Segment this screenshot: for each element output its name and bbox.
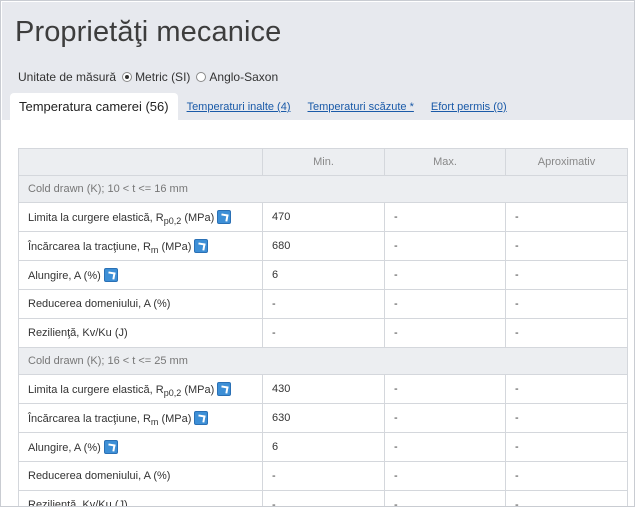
property-name: Rezilienţă, Kv/Ku (J) — [28, 499, 128, 507]
table-group-row: Cold drawn (K); 10 < t <= 16 mm — [18, 175, 628, 203]
value-max: - — [384, 432, 506, 462]
value-approx: - — [505, 231, 628, 261]
property-name: Încărcarea la tracţiune, R — [28, 241, 151, 253]
property-subscript: p0,2 — [163, 216, 182, 226]
value-min: 470 — [262, 202, 385, 232]
info-arrow-icon[interactable] — [194, 239, 209, 253]
unit-selector: Unitate de măsură Metric (SI) Anglo-Saxo… — [18, 70, 278, 84]
property-unit: (MPa) — [181, 212, 215, 224]
column-header-min: Min. — [262, 148, 385, 176]
radio-anglo-saxon[interactable] — [196, 72, 207, 82]
page-header: Proprietăţi mecanice Unitate de măsură M… — [2, 2, 634, 121]
value-approx: - — [505, 461, 628, 491]
value-max: - — [384, 231, 506, 261]
value-approx: - — [505, 374, 628, 404]
table-row: Reducerea domeniului, A (%) - - - — [18, 289, 628, 319]
radio-metric[interactable] — [122, 72, 133, 82]
property-name: Alungire, A (%) — [28, 270, 101, 282]
property-unit: (MPa) — [158, 413, 192, 425]
property-name-cell: Reducerea domeniului, A (%) — [18, 461, 263, 491]
table-row: Limita la curgere elastică, Rp0,2 (MPa) 4… — [18, 374, 628, 404]
table-group-row: Cold drawn (K); 16 < t <= 25 mm — [18, 347, 628, 375]
table-row: Rezilienţă, Kv/Ku (J) - - - — [18, 490, 628, 507]
group-title: Cold drawn (K); 10 < t <= 16 mm — [18, 175, 628, 203]
property-name: Reducerea domeniului, A (%) — [28, 470, 171, 482]
property-unit: (MPa) — [181, 384, 215, 396]
info-arrow-icon[interactable] — [103, 440, 118, 454]
radio-metric-label[interactable]: Metric (SI) — [135, 70, 190, 84]
tab-low-temperatures[interactable]: Temperaturi scăzute * — [308, 93, 414, 121]
value-min: 680 — [262, 231, 385, 261]
value-min: 430 — [262, 374, 385, 404]
table-body: Cold drawn (K); 10 < t <= 16 mm Limita la… — [18, 175, 628, 507]
property-name: Limita la curgere elastică, R — [28, 212, 164, 224]
property-subscript: p0,2 — [163, 388, 182, 398]
property-name-cell: Alungire, A (%) — [18, 260, 263, 290]
column-header-approx: Aproximativ — [505, 148, 628, 176]
page-title: Proprietăţi mecanice — [15, 16, 282, 48]
group-title: Cold drawn (K); 16 < t <= 25 mm — [18, 347, 628, 375]
properties-table: Min. Max. Aproximativ Cold drawn (K); 10… — [18, 148, 628, 507]
value-approx: - — [505, 202, 628, 232]
property-name: Încărcarea la tracţiune, R — [28, 413, 151, 425]
tab-allowable-stress[interactable]: Efort permis (0) — [431, 93, 507, 121]
info-arrow-icon[interactable] — [194, 411, 209, 425]
table-row: Alungire, A (%) 6- - — [18, 432, 628, 462]
property-name-cell: Limita la curgere elastică, Rp0,2 (MPa) — [18, 202, 263, 232]
value-min: - — [262, 289, 385, 319]
table-row: Rezilienţă, Kv/Ku (J) - - - — [18, 318, 628, 348]
value-min: 6 — [262, 260, 385, 290]
table-header-row: Min. Max. Aproximativ — [18, 148, 628, 176]
value-approx: - — [505, 490, 628, 506]
value-max: - — [384, 403, 506, 433]
value-min: - — [262, 490, 385, 506]
value-approx: - — [505, 403, 628, 433]
value-max: - — [384, 318, 506, 348]
unit-selector-label: Unitate de măsură — [18, 70, 117, 84]
value-max: - — [384, 461, 506, 491]
value-max: - — [384, 260, 506, 290]
value-approx: - — [505, 289, 628, 319]
value-approx: - — [505, 260, 628, 290]
value-max: - — [384, 490, 506, 506]
value-min: 6 — [262, 432, 385, 462]
table-row: Încărcarea la tracţiune, Rm (MPa) 630- - — [18, 403, 628, 433]
property-name: Rezilienţă, Kv/Ku (J) — [28, 327, 128, 339]
property-name: Alungire, A (%) — [28, 442, 101, 454]
table-row: Alungire, A (%) 6- - — [18, 260, 628, 290]
property-name-cell: Rezilienţă, Kv/Ku (J) — [18, 318, 263, 348]
value-max: - — [384, 374, 506, 404]
value-max: - — [384, 202, 506, 232]
table-row: Reducerea domeniului, A (%) - - - — [18, 461, 628, 491]
value-min: - — [262, 318, 385, 348]
table-row: Încărcarea la tracţiune, Rm (MPa) 680- - — [18, 231, 628, 261]
property-name-cell: Alungire, A (%) — [18, 432, 263, 462]
column-header-max: Max. — [384, 148, 506, 176]
property-name: Reducerea domeniului, A (%) — [28, 298, 171, 310]
radio-anglo-saxon-label[interactable]: Anglo-Saxon — [209, 70, 278, 84]
property-name-cell: Încărcarea la tracţiune, Rm (MPa) — [18, 231, 263, 261]
property-unit: (MPa) — [158, 241, 192, 253]
value-min: - — [262, 461, 385, 491]
property-name-cell: Limita la curgere elastică, Rp0,2 (MPa) — [18, 374, 263, 404]
value-max: - — [384, 289, 506, 319]
property-name-cell: Încărcarea la tracţiune, Rm (MPa) — [18, 403, 263, 433]
tab-bar: Temperatura camerei (56) Temperaturi ina… — [10, 93, 515, 121]
value-min: 630 — [262, 403, 385, 433]
property-name-cell: Reducerea domeniului, A (%) — [18, 289, 263, 319]
property-name: Limita la curgere elastică, R — [28, 384, 164, 396]
info-arrow-icon[interactable] — [103, 268, 118, 282]
info-arrow-icon[interactable] — [217, 210, 232, 224]
window-frame: Proprietăţi mecanice Unitate de măsură M… — [0, 0, 635, 507]
property-name-cell: Rezilienţă, Kv/Ku (J) — [18, 490, 263, 507]
tab-high-temperatures[interactable]: Temperaturi inalte (4) — [187, 93, 291, 121]
info-arrow-icon[interactable] — [217, 382, 232, 396]
table-row: Limita la curgere elastică, Rp0,2 (MPa) 4… — [18, 202, 628, 232]
value-approx: - — [505, 432, 628, 462]
column-header-property — [18, 148, 263, 176]
value-approx: - — [505, 318, 628, 348]
tab-room-temperature[interactable]: Temperatura camerei (56) — [10, 93, 178, 121]
